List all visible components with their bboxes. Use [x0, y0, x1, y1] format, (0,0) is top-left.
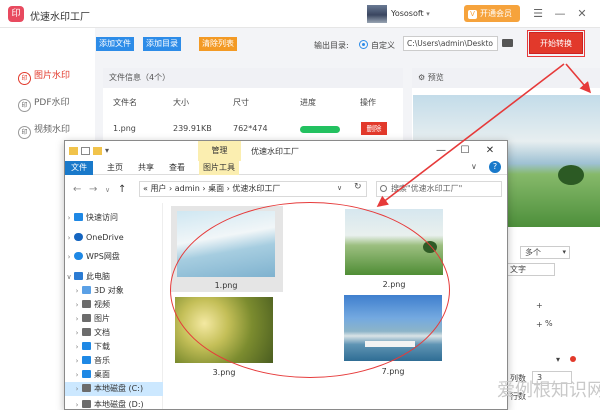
site-watermark: 爱例根知识网: [497, 380, 600, 401]
annotation-arrows: [376, 63, 592, 207]
annotation-arrow-to-files: [376, 63, 565, 207]
annotation-arrow-to-preview: [565, 63, 592, 94]
